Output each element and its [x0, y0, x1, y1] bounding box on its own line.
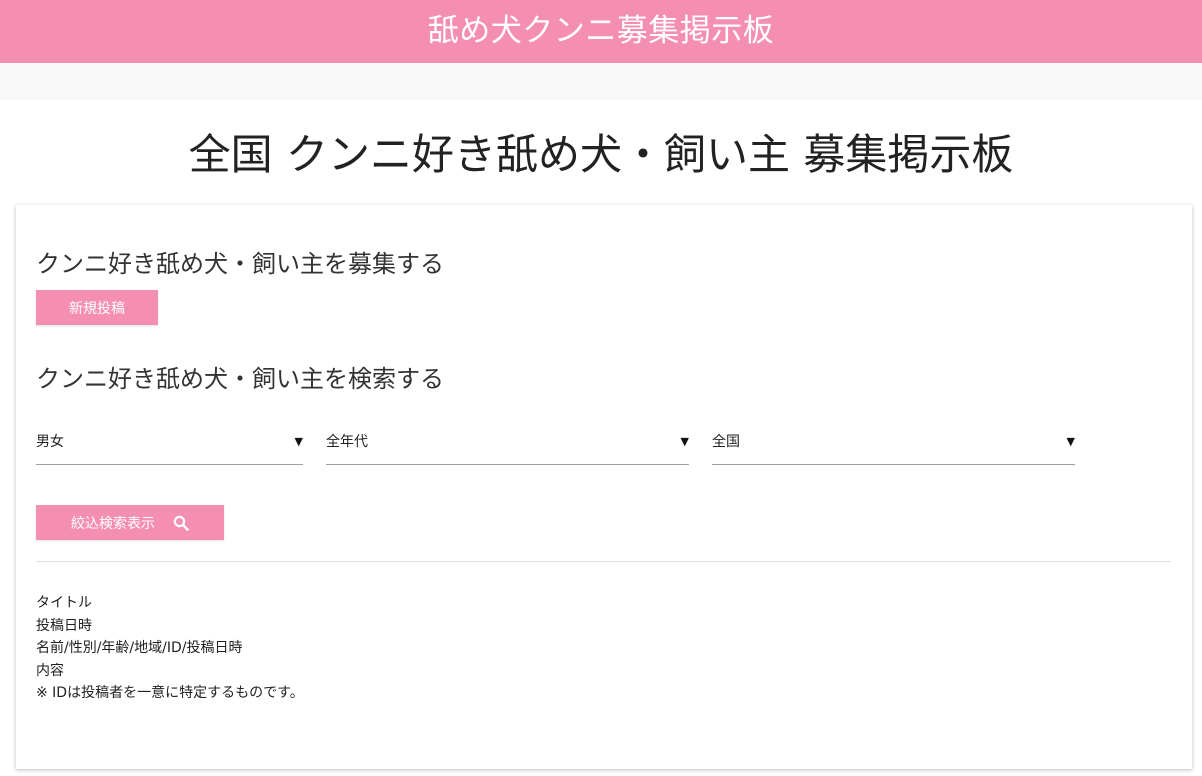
legend-content: 内容 [36, 662, 64, 679]
caret-down-icon: ▼ [680, 435, 689, 448]
filter-search-button[interactable]: 絞込検索表示 [36, 505, 224, 540]
filter-search-button-label: 絞込検索表示 [71, 515, 155, 532]
section-divider [36, 561, 1171, 562]
age-select[interactable]: 全年代 ▼ [326, 427, 689, 465]
board-card: クンニ好き舐め犬・飼い主を募集する 新規投稿 クンニ好き舐め犬・飼い主を検索する… [16, 205, 1192, 769]
legend-title: タイトル [36, 595, 92, 611]
page-title: 全国 クンニ好き舐め犬・飼い主 募集掲示板 [188, 130, 1014, 179]
site-title[interactable]: 舐め犬クンニ募集掲示板 [428, 16, 775, 47]
new-post-button[interactable]: 新規投稿 [36, 290, 158, 325]
area-select[interactable]: 全国 ▼ [712, 427, 1075, 465]
area-select-value: 全国 [712, 434, 740, 450]
search-section-heading: クンニ好き舐め犬・飼い主を検索する [36, 365, 444, 393]
caret-down-icon: ▼ [294, 435, 303, 448]
site-header: 舐め犬クンニ募集掲示板 [0, 0, 1202, 63]
gender-select[interactable]: 男女 ▼ [36, 427, 303, 465]
search-icon [173, 515, 189, 531]
gender-select-value: 男女 [36, 434, 64, 450]
post-format-legend: タイトル 投稿日時 名前/性別/年齢/地域/ID/投稿日時 内容 ※ IDは投稿… [36, 592, 304, 705]
sub-band [0, 63, 1202, 100]
age-select-value: 全年代 [326, 434, 368, 450]
legend-id-note: ※ IDは投稿者を一意に特定するものです。 [36, 685, 304, 701]
legend-post-date: 投稿日時 [36, 617, 92, 634]
caret-down-icon: ▼ [1066, 435, 1075, 448]
legend-author-meta: 名前/性別/年齢/地域/ID/投稿日時 [36, 640, 243, 656]
post-section-heading: クンニ好き舐め犬・飼い主を募集する [36, 250, 444, 278]
